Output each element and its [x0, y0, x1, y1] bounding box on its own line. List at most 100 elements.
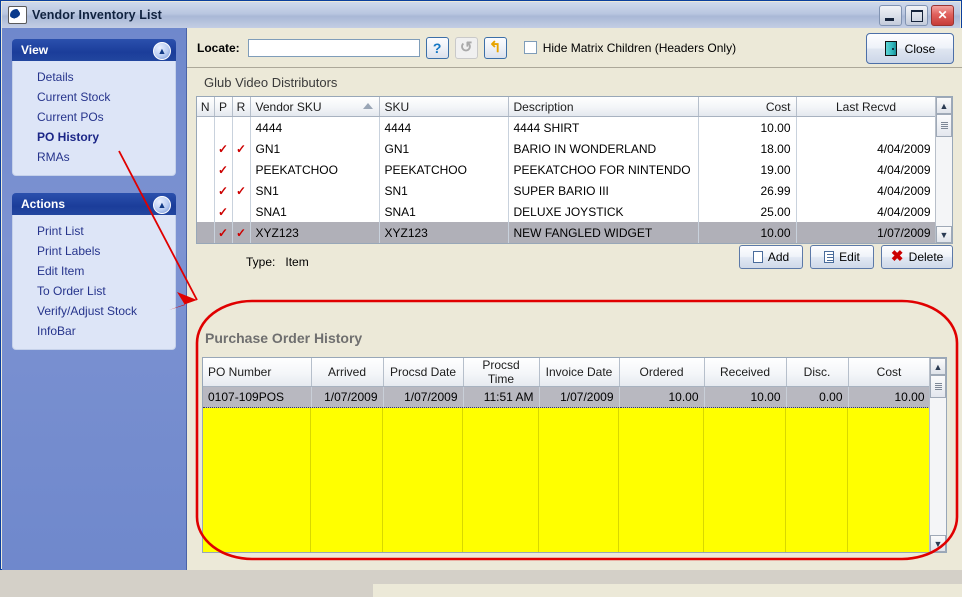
cell-description: NEW FANGLED WIDGET: [508, 222, 699, 243]
cell-n: [197, 138, 215, 159]
poh-scroll-down-button[interactable]: ▼: [930, 535, 946, 552]
sidebar-group-actions-title: Actions: [21, 197, 66, 211]
poh-scroll-thumb[interactable]: [930, 375, 946, 398]
sidebar-item-current-stock[interactable]: Current Stock: [13, 87, 175, 107]
sidebar-item-print-labels[interactable]: Print Labels: [13, 241, 175, 261]
sidebar-item-to-order-list[interactable]: To Order List: [13, 281, 175, 301]
col-cost[interactable]: Cost: [698, 97, 797, 117]
scroll-track[interactable]: [936, 114, 952, 226]
sidebar-group-actions-header[interactable]: Actions ▲: [12, 193, 176, 215]
col-n[interactable]: N: [197, 97, 215, 117]
poh-col-arrived[interactable]: Arrived: [311, 358, 384, 387]
sidebar-item-edit-item[interactable]: Edit Item: [13, 261, 175, 281]
table-row[interactable]: 4444 4444 4444 SHIRT 10.00: [197, 116, 936, 138]
cell-description: 4444 SHIRT: [508, 116, 699, 138]
table-row[interactable]: ✓ PEEKATCHOO PEEKATCHOO PEEKATCHOO FOR N…: [197, 159, 936, 180]
purchase-order-history-grid: PO Number Arrived Procsd Date Procsd Tim…: [202, 357, 947, 553]
poh-scroll-track[interactable]: [930, 375, 946, 535]
goto-button[interactable]: ↰: [483, 36, 507, 59]
col-r[interactable]: R: [232, 97, 251, 117]
table-row[interactable]: ✓ SNA1 SNA1 DELUXE JOYSTICK 25.00 4/04/2…: [197, 201, 936, 222]
cell-r: [232, 159, 251, 180]
col-p[interactable]: P: [214, 97, 233, 117]
cell-r: ✓: [232, 222, 251, 243]
col-last-recvd[interactable]: Last Recvd: [796, 97, 936, 117]
scroll-thumb[interactable]: [936, 114, 952, 137]
add-button-label: Add: [767, 250, 790, 264]
col-sku[interactable]: SKU: [379, 97, 509, 117]
poh-col-cost[interactable]: Cost: [848, 358, 930, 387]
sidebar-item-infobar[interactable]: InfoBar: [13, 321, 175, 341]
sidebar-item-details[interactable]: Details: [13, 67, 175, 87]
cell-vendor-sku: SNA1: [250, 201, 380, 222]
sidebar-group-actions: Actions ▲ Print List Print Labels Edit I…: [12, 193, 176, 350]
cell-sku: PEEKATCHOO: [379, 159, 509, 180]
cell-last-recvd: [796, 116, 936, 138]
minimize-button[interactable]: [879, 4, 902, 26]
col-description[interactable]: Description: [508, 97, 699, 117]
sidebar: View ▲ Details Current Stock Current POs…: [2, 28, 187, 570]
hide-matrix-children-checkbox[interactable]: [523, 41, 537, 54]
poh-cell-cost: 10.00: [848, 386, 930, 408]
sidebar-group-view: View ▲ Details Current Stock Current POs…: [12, 39, 176, 176]
poh-col-invoice-date[interactable]: Invoice Date: [539, 358, 620, 387]
poh-col-received[interactable]: Received: [704, 358, 787, 387]
edit-button[interactable]: Edit: [810, 245, 874, 269]
sidebar-group-actions-body: Print List Print Labels Edit Item To Ord…: [12, 215, 176, 350]
add-button[interactable]: Add: [739, 245, 803, 269]
col-vendor-sku[interactable]: Vendor SKU: [250, 97, 380, 117]
poh-col-procsd-time[interactable]: Procsd Time: [463, 358, 540, 387]
sidebar-item-current-pos[interactable]: Current POs: [13, 107, 175, 127]
help-button[interactable]: ?: [425, 36, 449, 59]
app-icon: [8, 6, 27, 24]
cell-p: ✓: [214, 222, 233, 243]
table-row[interactable]: ✓ ✓ SN1 SN1 SUPER BARIO III 26.99 4/04/2…: [197, 180, 936, 201]
refresh-button[interactable]: ↺: [454, 36, 478, 59]
locate-input[interactable]: [247, 38, 420, 57]
vendor-inventory-grid: N P R Vendor SKU SKU Description Cost La…: [196, 96, 953, 244]
delete-button[interactable]: ✖ Delete: [881, 245, 953, 269]
cell-sku: SN1: [379, 180, 509, 201]
delete-button-label: Delete: [908, 250, 944, 264]
table-row-selected[interactable]: ✓ ✓ XYZ123 XYZ123 NEW FANGLED WIDGET 10.…: [197, 222, 936, 243]
cell-cost: 25.00: [698, 201, 797, 222]
table-row[interactable]: ✓ ✓ GN1 GN1 BARIO IN WONDERLAND 18.00 4/…: [197, 138, 936, 159]
close-button[interactable]: Close: [866, 33, 954, 64]
cell-last-recvd: 1/07/2009: [796, 222, 936, 243]
inventory-table: N P R Vendor SKU SKU Description Cost La…: [197, 97, 936, 243]
poh-cell-arrived: 1/07/2009: [311, 386, 384, 408]
sidebar-group-view-title: View: [21, 43, 49, 57]
close-window-button[interactable]: ✕: [931, 4, 954, 26]
sidebar-group-view-header[interactable]: View ▲: [12, 39, 176, 61]
sidebar-item-verify-adjust-stock[interactable]: Verify/Adjust Stock: [13, 301, 175, 321]
sidebar-item-po-history[interactable]: PO History: [13, 127, 175, 147]
cell-r: ✓: [232, 180, 251, 201]
scroll-down-button[interactable]: ▼: [936, 226, 952, 243]
edit-button-label: Edit: [839, 250, 860, 264]
poh-col-procsd-date[interactable]: Procsd Date: [383, 358, 464, 387]
poh-col-po-number[interactable]: PO Number: [203, 358, 312, 387]
poh-col-ordered[interactable]: Ordered: [619, 358, 705, 387]
poh-scroll-area: PO Number Arrived Procsd Date Procsd Tim…: [203, 358, 930, 552]
col-last-recvd-label: Last Recvd: [835, 99, 897, 114]
poh-table-row-selected[interactable]: 0107-109POS 1/07/2009 1/07/2009 11:51 AM…: [203, 386, 930, 408]
window-controls: ✕: [879, 4, 954, 26]
cell-p: ✓: [214, 201, 233, 222]
question-mark-icon: ?: [432, 39, 442, 56]
poh-scroll-up-button[interactable]: ▲: [930, 358, 946, 375]
hide-matrix-children-checkbox-wrap[interactable]: Hide Matrix Children (Headers Only): [523, 41, 736, 55]
close-icon: ✕: [937, 8, 948, 22]
scroll-up-button[interactable]: ▲: [936, 97, 952, 114]
chevron-up-icon[interactable]: ▲: [153, 196, 171, 214]
maximize-button[interactable]: [905, 4, 928, 26]
cell-cost: 10.00: [698, 222, 797, 243]
cell-cost: 19.00: [698, 159, 797, 180]
grid-scroll-area: N P R Vendor SKU SKU Description Cost La…: [197, 97, 936, 243]
poh-vertical-scrollbar[interactable]: ▲ ▼: [929, 358, 946, 552]
cell-last-recvd: 4/04/2009: [796, 180, 936, 201]
grid-vertical-scrollbar[interactable]: ▲ ▼: [935, 97, 952, 243]
chevron-up-icon[interactable]: ▲: [153, 42, 171, 60]
poh-col-disc[interactable]: Disc.: [786, 358, 849, 387]
sidebar-item-rmas[interactable]: RMAs: [13, 147, 175, 167]
sidebar-item-print-list[interactable]: Print List: [13, 221, 175, 241]
